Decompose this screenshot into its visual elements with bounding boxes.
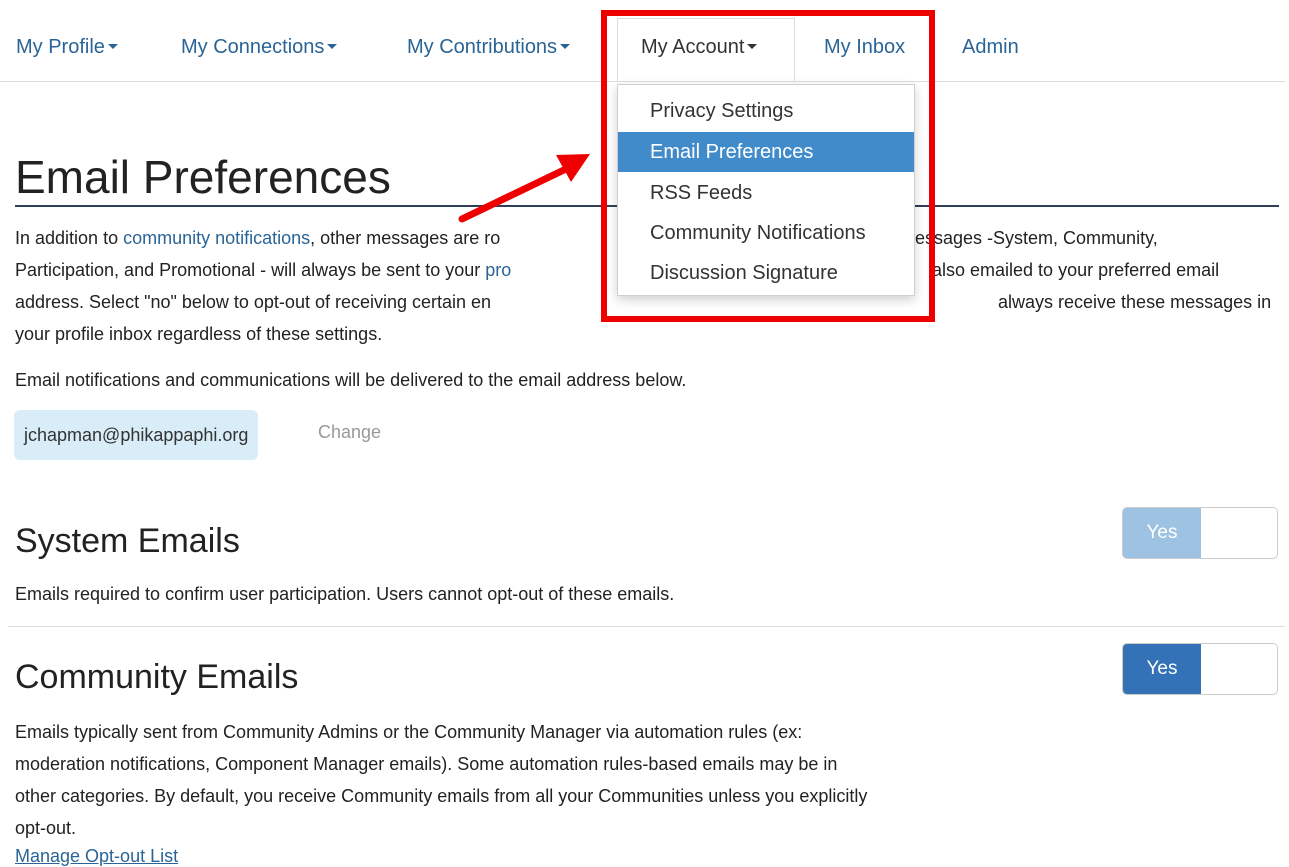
nav-my-inbox[interactable]: My Inbox — [824, 36, 905, 59]
delivery-note: Email notifications and communications w… — [15, 370, 687, 390]
nav-admin-label: Admin — [962, 36, 1019, 58]
caret-down-icon — [747, 44, 758, 50]
intro-text: essages -System, Community, — [915, 228, 1158, 248]
community-emails-heading: Community Emails — [15, 658, 299, 696]
nav-my-connections-label: My Connections — [181, 36, 325, 58]
red-arrow-icon — [458, 154, 590, 223]
intro-text: also emailed to your preferred email — [932, 260, 1220, 280]
section-divider — [8, 626, 1285, 627]
nav-my-profile[interactable]: My Profile — [16, 36, 118, 59]
toggle-yes-label: Yes — [1123, 508, 1201, 558]
toggle-yes-label: Yes — [1123, 644, 1201, 694]
menu-item-email-preferences[interactable]: Email Preferences — [618, 132, 914, 172]
nav-my-inbox-label: My Inbox — [824, 36, 906, 58]
community-emails-description-line: moderation notifications, Component Mana… — [15, 754, 838, 774]
change-email-link[interactable]: Change — [318, 422, 381, 443]
community-emails-description-line: opt-out. — [15, 818, 77, 838]
community-notifications-link[interactable]: community notifications — [123, 228, 310, 248]
community-emails-toggle[interactable]: Yes — [1122, 643, 1278, 695]
nav-admin[interactable]: Admin — [962, 36, 1019, 59]
caret-down-icon — [107, 44, 118, 50]
intro-text: Participation, and Promotional - will al… — [15, 260, 481, 280]
profile-link[interactable]: pro — [485, 260, 511, 280]
nav-my-account-label: My Account — [641, 36, 745, 58]
nav-my-connections[interactable]: My Connections — [181, 36, 338, 59]
caret-down-icon — [560, 44, 571, 50]
nav-my-account[interactable]: My Account — [641, 36, 758, 59]
community-emails-description-line: other categories. By default, you receiv… — [15, 786, 868, 806]
intro-text: In addition to — [15, 228, 119, 248]
page-title: Email Preferences — [15, 151, 391, 203]
intro-line-4: your profile inbox regardless of these s… — [15, 324, 383, 344]
manage-opt-out-link[interactable]: Manage Opt-out List — [15, 846, 178, 867]
system-emails-heading: System Emails — [15, 522, 240, 560]
menu-item-discussion-signature[interactable]: Discussion Signature — [618, 253, 914, 293]
nav-my-contributions-label: My Contributions — [407, 36, 558, 58]
nav-my-profile-label: My Profile — [16, 36, 105, 58]
nav-divider — [0, 81, 1285, 82]
caret-down-icon — [327, 44, 338, 50]
intro-text: , other messages are ro — [310, 228, 501, 248]
system-emails-toggle: Yes — [1122, 507, 1278, 559]
menu-item-privacy-settings[interactable]: Privacy Settings — [618, 91, 914, 131]
intro-text: always receive these messages in — [998, 292, 1272, 312]
intro-text: address. Select "no" below to opt-out of… — [15, 292, 492, 312]
email-address-badge: jchapman@phikappaphi.org — [14, 410, 259, 460]
community-emails-description-line: Emails typically sent from Community Adm… — [15, 722, 803, 742]
menu-item-community-notifications[interactable]: Community Notifications — [618, 213, 914, 253]
my-account-dropdown: Privacy Settings Email Preferences RSS F… — [617, 84, 915, 296]
top-nav: My Profile My Connections My Contributio… — [0, 0, 1289, 82]
system-emails-description: Emails required to confirm user particip… — [15, 584, 675, 604]
menu-item-rss-feeds[interactable]: RSS Feeds — [618, 173, 914, 213]
nav-my-contributions[interactable]: My Contributions — [407, 36, 571, 59]
